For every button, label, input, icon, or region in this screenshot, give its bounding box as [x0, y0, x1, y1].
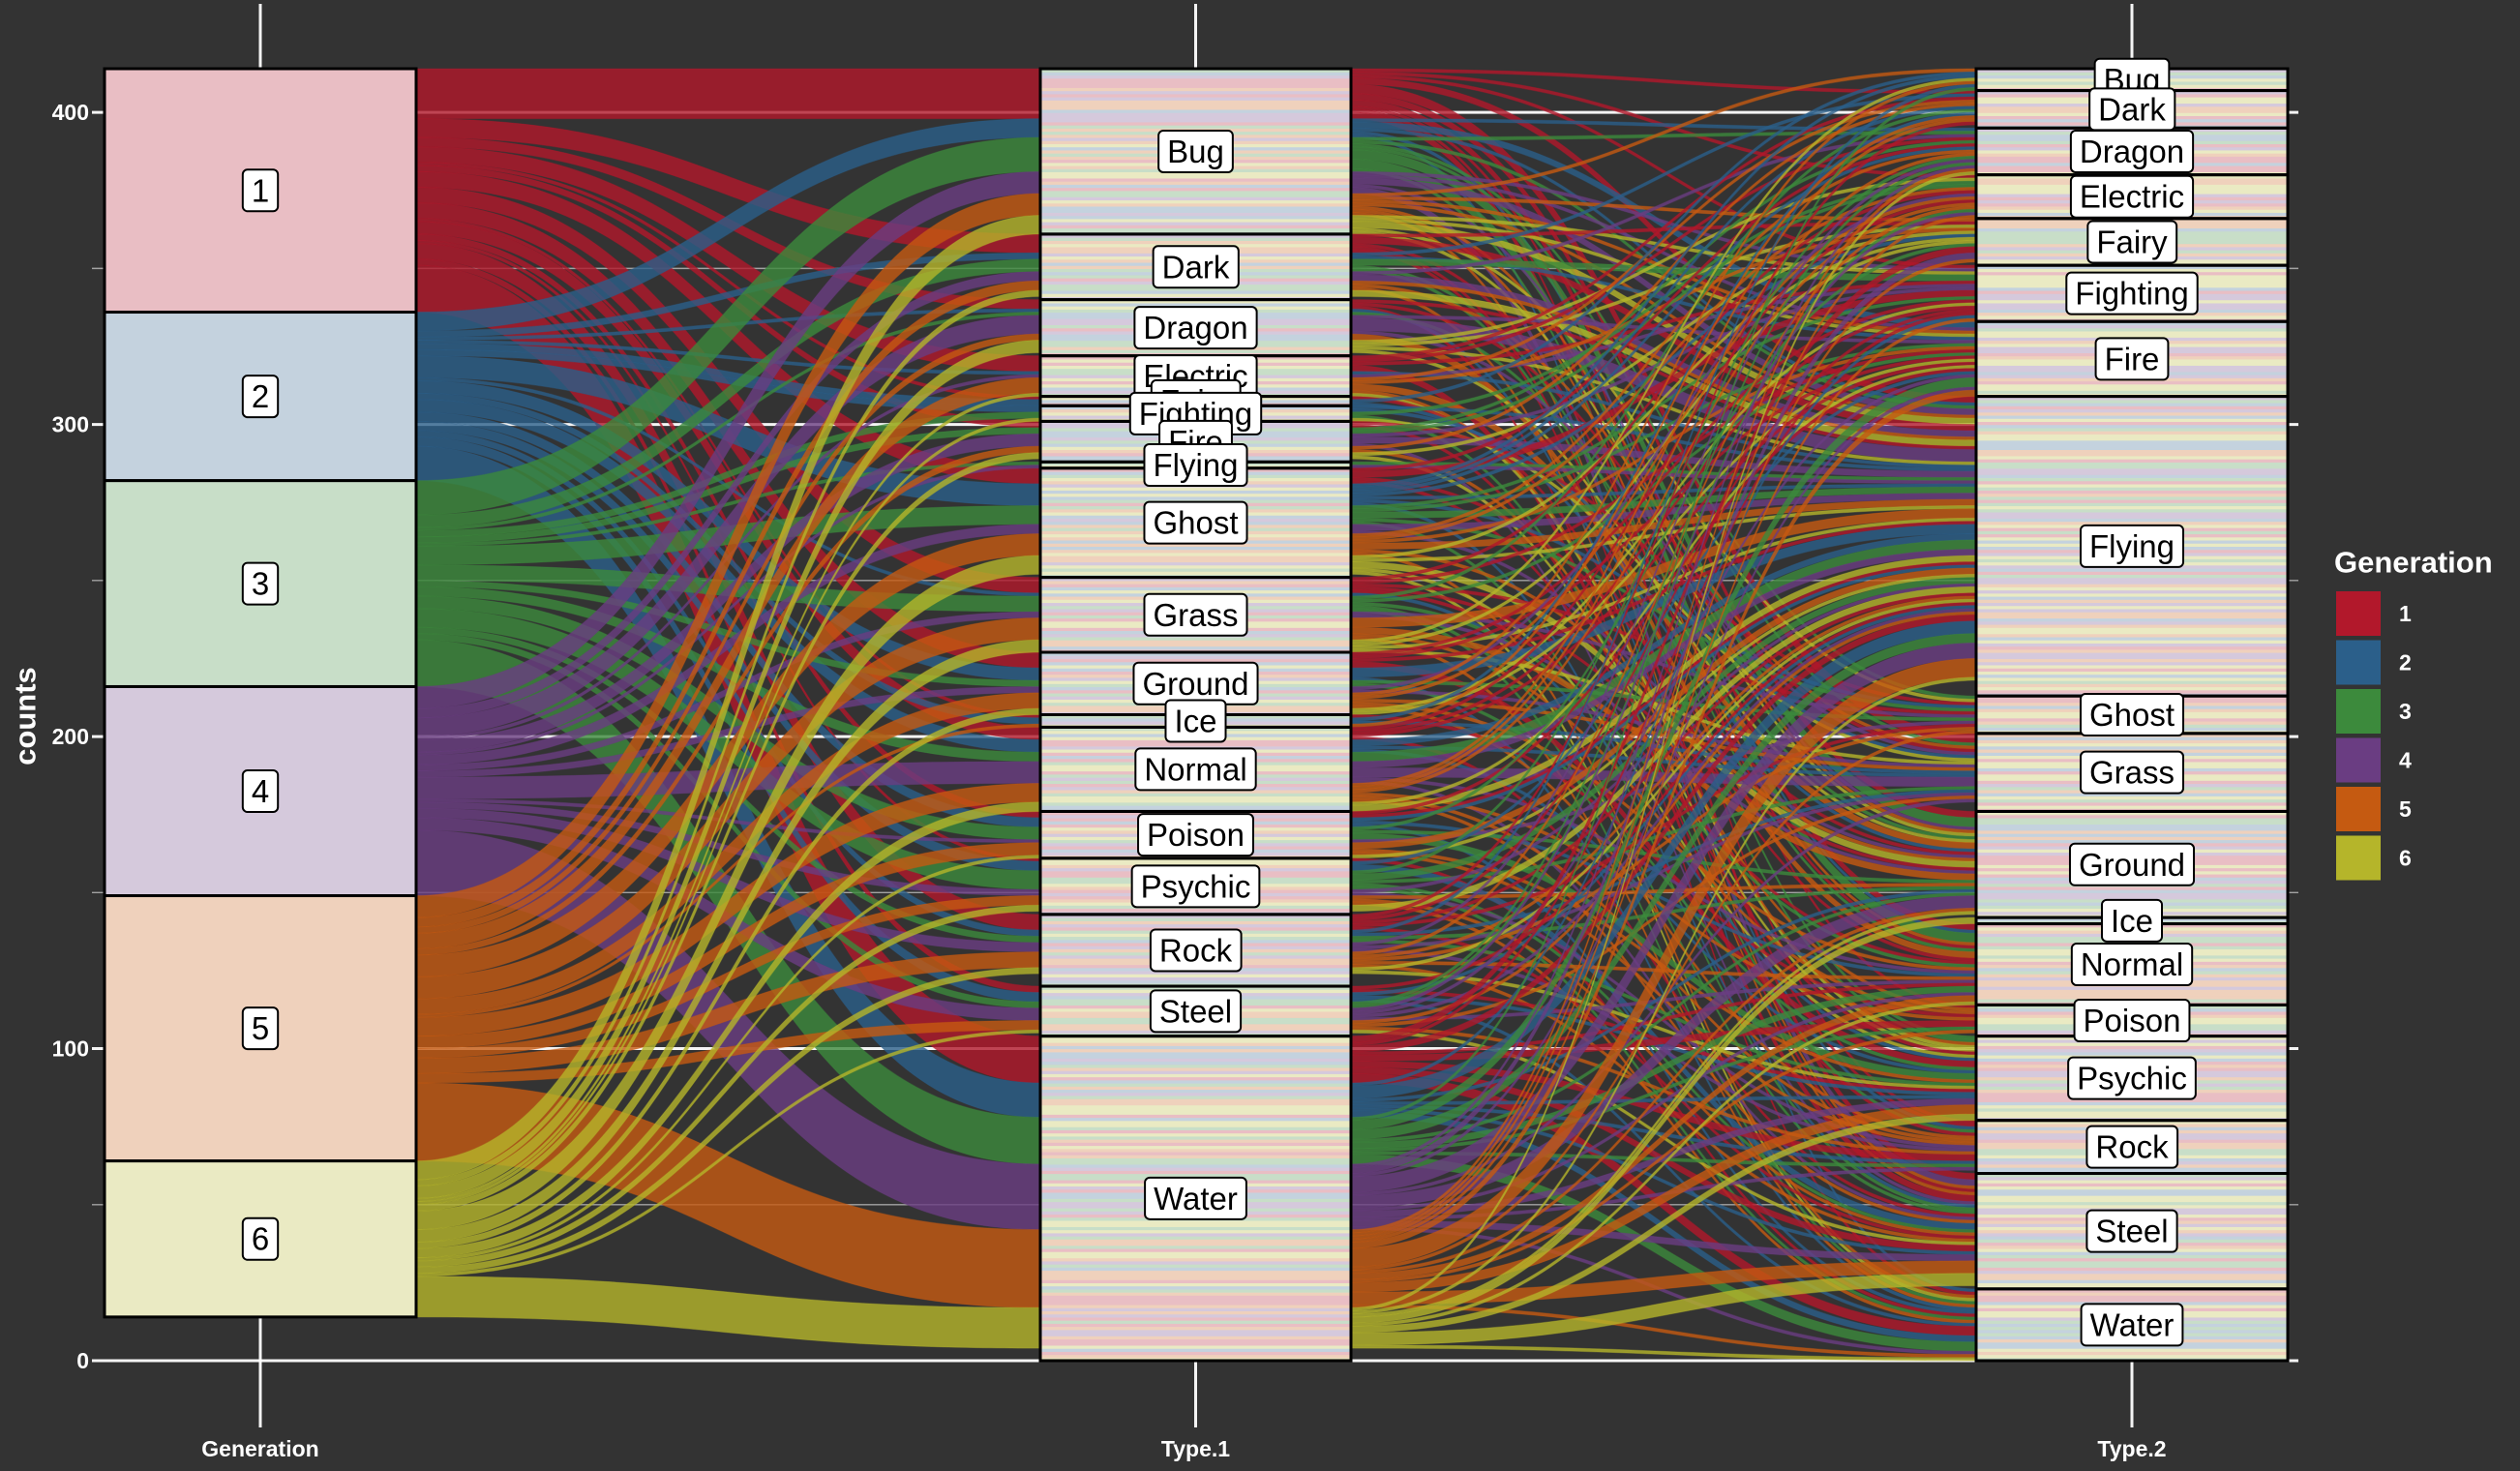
stratum-label-type-1-normal: Normal — [1134, 747, 1257, 792]
stratum-label-text: Normal — [1144, 751, 1246, 787]
stratum-label-text: Ghost — [2089, 697, 2175, 733]
legend-title: Generation — [2334, 546, 2493, 580]
x-tick-label-type-1: Type.1 — [1161, 1436, 1230, 1461]
stratum-label-type-2-steel: Steel — [2085, 1209, 2178, 1253]
legend-label-gen1: 1 — [2399, 601, 2412, 626]
stratum-label-type-1-dark: Dark — [1152, 245, 1240, 289]
stratum-label-type-1-rock: Rock — [1149, 928, 1243, 973]
y-tick-label: 400 — [52, 100, 89, 125]
legend-swatch-gen1 — [2336, 591, 2381, 636]
stratum-label-type-2-fighting: Fighting — [2065, 271, 2199, 315]
stratum-label-text: Ground — [2079, 847, 2185, 883]
legend-swatch-gen4 — [2336, 737, 2381, 783]
stratum-label-type-1-poison: Poison — [1137, 813, 1254, 857]
x-tick-label-type-2: Type.2 — [2097, 1436, 2166, 1461]
stratum-label-text: Water — [2090, 1306, 2175, 1342]
stratum-label-generation-4: 4 — [241, 769, 280, 814]
flow-band-gen1-bug — [415, 68, 1041, 120]
stratum-label-text: 6 — [252, 1221, 269, 1257]
stratum-label-type-2-flying: Flying — [2079, 524, 2185, 568]
y-tick-label: 0 — [76, 1348, 89, 1373]
legend-swatch-gen6 — [2336, 835, 2381, 881]
stratum-label-type-1-flying: Flying — [1143, 443, 1248, 488]
stratum-label-text: Psychic — [1141, 868, 1251, 904]
stratum-label-text: Dragon — [2080, 134, 2184, 169]
stratum-label-type-2-water: Water — [2080, 1303, 2184, 1347]
stratum-label-text: Rock — [1159, 932, 1233, 968]
stratum-label-type-2-poison: Poison — [2073, 999, 2191, 1043]
stratum-label-generation-6: 6 — [241, 1216, 280, 1261]
legend-label-gen4: 4 — [2399, 748, 2412, 773]
x-tick-label-generation: Generation — [201, 1436, 318, 1461]
chart-svg: 1 2 3 4 5 6 Bug Dark Dragon Electric Fairy Fighting… — [0, 0, 2520, 1471]
stratum-label-type-2-grass: Grass — [2079, 750, 2185, 795]
stratum-label-text: Dragon — [1143, 310, 1247, 345]
y-axis-title: counts — [9, 667, 43, 766]
stratum-label-text: Electric — [2080, 179, 2184, 215]
stratum-label-text: 3 — [252, 566, 269, 602]
stratum-label-text: Fighting — [2075, 276, 2188, 312]
stratum-label-generation-5: 5 — [241, 1006, 280, 1051]
stratum-label-text: Ghost — [1153, 505, 1238, 541]
stratum-label-text: 5 — [252, 1010, 269, 1046]
legend-label-gen6: 6 — [2399, 846, 2412, 871]
legend-swatch-gen5 — [2336, 787, 2381, 831]
stratum-label-text: 4 — [252, 773, 269, 809]
stratum-label-text: Steel — [2095, 1214, 2168, 1249]
stratum-label-text: Poison — [1147, 817, 1245, 853]
stratum-label-text: Rock — [2095, 1129, 2169, 1165]
stratum-label-type-1-steel: Steel — [1149, 989, 1243, 1034]
stratum-label-type-1-ice: Ice — [1164, 699, 1227, 743]
alluvial-chart: 1 2 3 4 5 6 Bug Dark Dragon Electric Fairy Fighting… — [0, 0, 2520, 1471]
legend-label-gen2: 2 — [2399, 650, 2412, 675]
stratum-label-type-1-ground: Ground — [1132, 661, 1259, 705]
stratum-label-type-2-psychic: Psychic — [2067, 1056, 2197, 1100]
legend-label-gen5: 5 — [2399, 796, 2412, 822]
stratum-label-type-2-dark: Dark — [2088, 87, 2176, 132]
stratum-label-text: Psychic — [2077, 1061, 2187, 1096]
stratum-label-type-2-fairy: Fairy — [2086, 220, 2178, 264]
stratum-label-text: Normal — [2081, 946, 2183, 982]
stratum-label-text: Ice — [1174, 703, 1216, 738]
stratum-label-text: Dark — [1162, 249, 1230, 285]
legend-swatch-gen2 — [2336, 640, 2381, 685]
legend-label-gen3: 3 — [2399, 699, 2412, 724]
stratum-label-text: Dark — [2098, 91, 2166, 127]
stratum-label-text: Fire — [2105, 341, 2160, 376]
stratum-label-generation-1: 1 — [241, 168, 280, 213]
legend-swatch-gen3 — [2336, 689, 2381, 734]
stratum-label-generation-3: 3 — [241, 561, 280, 606]
stratum-label-type-1-dragon: Dragon — [1133, 306, 1258, 350]
stratum-label-type-1-ghost: Ghost — [1143, 500, 1248, 545]
y-tick-label: 100 — [52, 1036, 89, 1062]
stratum-label-type-2-normal: Normal — [2070, 942, 2194, 986]
stratum-label-generation-2: 2 — [241, 375, 280, 419]
stratum-label-text: Water — [1154, 1181, 1238, 1216]
stratum-label-type-2-ground: Ground — [2068, 842, 2196, 886]
stratum-label-text: Flying — [2089, 528, 2175, 564]
stratum-label-text: 1 — [252, 172, 269, 208]
stratum-label-type-2-ice: Ice — [2100, 898, 2164, 943]
stratum-label-type-1-bug: Bug — [1157, 129, 1234, 173]
stratum-label-type-1-water: Water — [1144, 1176, 1247, 1220]
stratum-label-text: 2 — [252, 378, 269, 414]
y-tick-label: 300 — [52, 412, 89, 437]
stratum-label-type-2-electric: Electric — [2069, 174, 2195, 219]
stratum-label-text: Steel — [1159, 993, 1232, 1029]
stratum-label-text: Flying — [1153, 447, 1238, 483]
stratum-label-text: Bug — [1167, 134, 1224, 169]
stratum-label-type-2-dragon: Dragon — [2069, 129, 2195, 173]
stratum-label-text: Ice — [2111, 903, 2153, 939]
stratum-label-text: Ground — [1142, 666, 1248, 702]
stratum-label-text: Fairy — [2096, 224, 2168, 259]
stratum-label-type-2-ghost: Ghost — [2079, 693, 2185, 736]
stratum-label-type-2-fire: Fire — [2094, 337, 2170, 381]
stratum-label-text: Grass — [2089, 755, 2175, 791]
stratum-label-type-1-psychic: Psychic — [1130, 864, 1261, 909]
stratum-label-text: Poison — [2084, 1003, 2181, 1038]
y-tick-label: 200 — [52, 724, 89, 749]
stratum-label-text: Grass — [1153, 597, 1238, 633]
stratum-label-type-1-grass: Grass — [1143, 592, 1248, 637]
stratum-label-type-2-rock: Rock — [2085, 1125, 2179, 1169]
